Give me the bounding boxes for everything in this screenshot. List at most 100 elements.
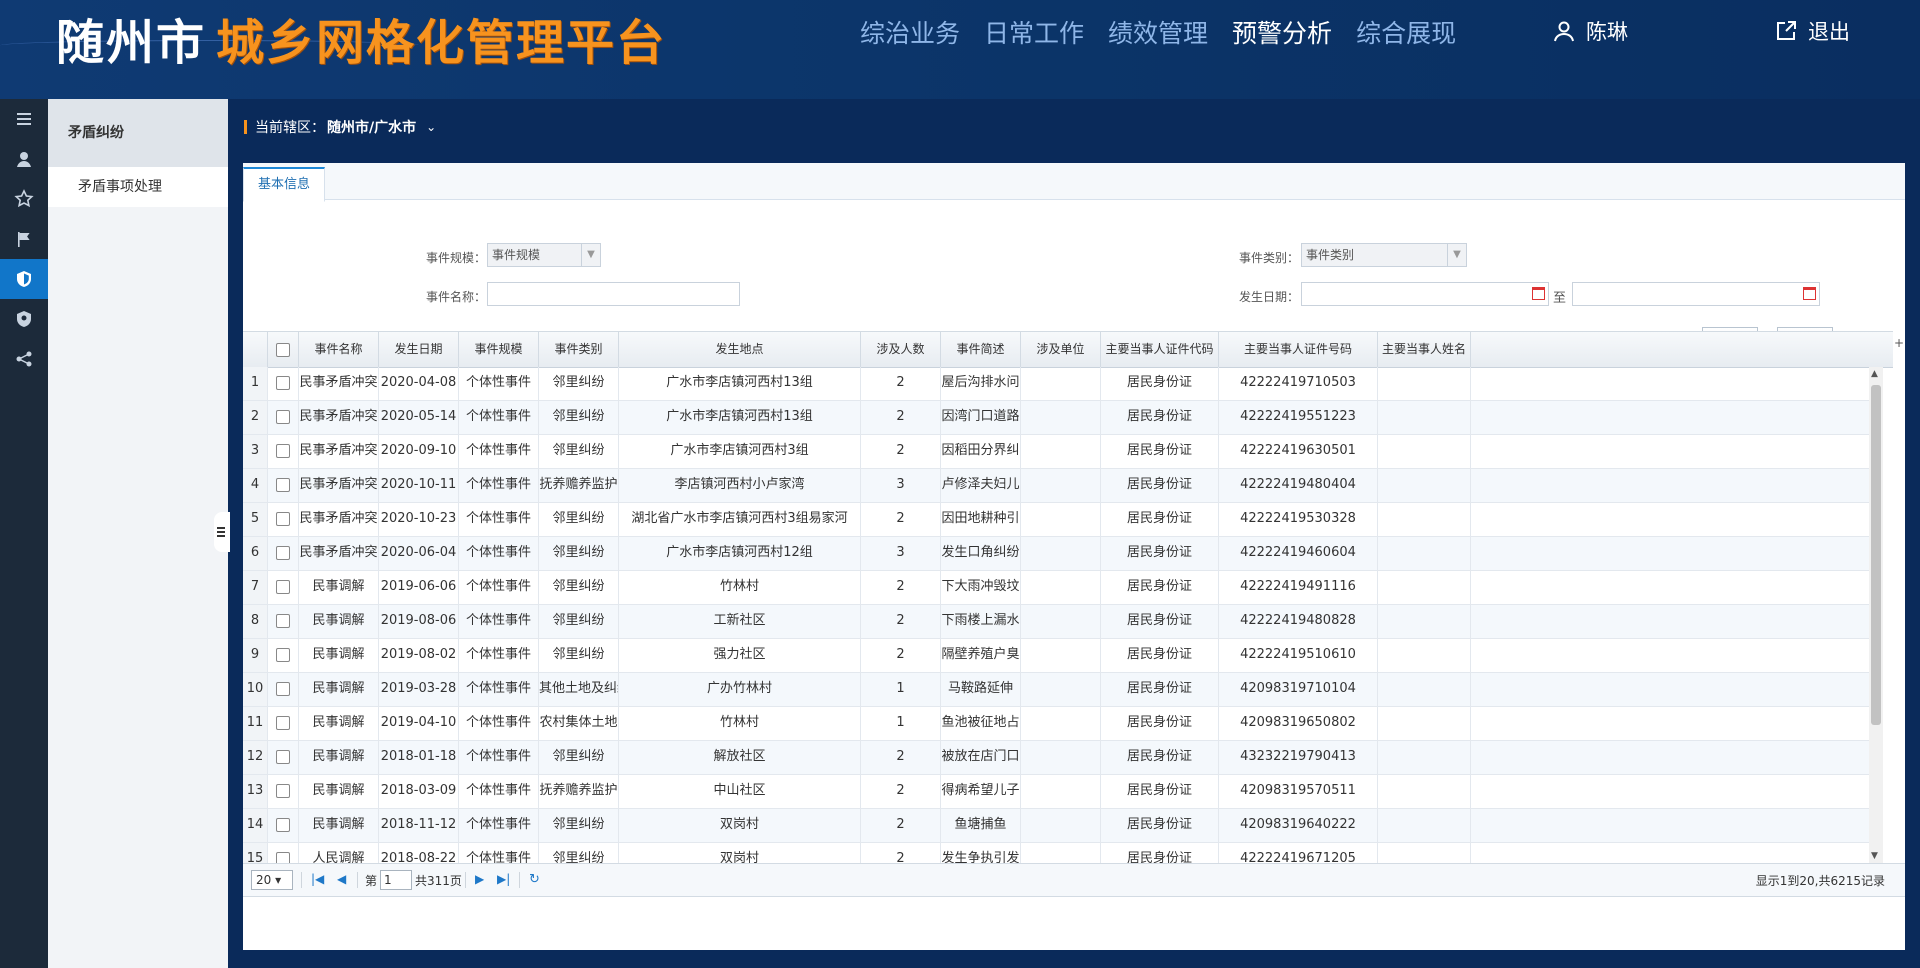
table-row[interactable]: 5 民事矛盾冲突 2020-10-23 个体性事件 邻里纠纷 湖北省广水市李店镇河西村3组… [243, 503, 1873, 537]
badge-icon[interactable] [0, 299, 48, 339]
table-row[interactable]: 4 民事矛盾冲突 2020-10-11 个体性事件 抚养赡养监护 李店镇河西村小卢家湾 3 卢… [243, 469, 1873, 503]
menu-icon[interactable] [0, 99, 48, 139]
sidebar-collapse-handle[interactable] [214, 512, 230, 552]
table-row[interactable]: 9 民事调解 2019-08-02 个体性事件 邻里纠纷 强力社区 2 隔壁养殖户臭 居民身份证… [243, 639, 1873, 673]
column-header[interactable]: 主要当事人证件代码 [1101, 332, 1219, 367]
scroll-down-icon[interactable]: ▼ [1871, 851, 1878, 861]
nav-item-overview[interactable]: 综合展现 [1356, 14, 1456, 50]
share-icon[interactable] [0, 339, 48, 379]
nav-item-warning-analysis[interactable]: 预警分析 [1232, 14, 1332, 50]
row-checkbox[interactable] [276, 783, 290, 798]
row-checkbox[interactable] [276, 715, 290, 730]
row-number: 8 [243, 605, 268, 638]
column-header[interactable]: 事件名称 [299, 332, 379, 367]
tab-basic-info[interactable]: 基本信息 [243, 167, 326, 202]
column-header[interactable]: 发生日期 [379, 332, 459, 367]
next-page-icon[interactable]: ▶ [475, 872, 484, 886]
row-checkbox[interactable] [276, 545, 290, 560]
prev-page-icon[interactable]: ◀ [337, 872, 346, 886]
person-icon[interactable] [0, 139, 48, 179]
scale-select[interactable]: 事件规模 ▼ [487, 243, 601, 267]
start-date-input[interactable] [1301, 282, 1549, 306]
table-row[interactable]: 15 人民调解 2018-08-22 个体性事件 邻里纠纷 双岗村 2 发生争执引发 居民身份证… [243, 843, 1873, 863]
row-checkbox[interactable] [276, 681, 290, 696]
flag-icon[interactable] [0, 219, 48, 259]
pagination-bar: 20 ▾ |◀ ◀ 第 1 共311页 ▶ ▶| ↻ 显示1到20,共6215记… [243, 863, 1905, 897]
row-checkbox[interactable] [276, 477, 290, 492]
table-row[interactable]: 7 民事调解 2019-06-06 个体性事件 邻里纠纷 竹林村 2 下大雨冲毁坟 居民身份证 4… [243, 571, 1873, 605]
nav-item-daily-work[interactable]: 日常工作 [984, 14, 1084, 50]
table-row[interactable]: 12 民事调解 2018-01-18 个体性事件 邻里纠纷 解放社区 2 被放在店门口 居民身份… [243, 741, 1873, 775]
table-row[interactable]: 3 民事矛盾冲突 2020-09-10 个体性事件 邻里纠纷 广水市李店镇河西村3组 2 因稻… [243, 435, 1873, 469]
logout-button[interactable]: 退出 [1774, 16, 1850, 46]
column-header[interactable]: 事件规模 [459, 332, 539, 367]
column-header[interactable]: 发生地点 [619, 332, 861, 367]
cell-event-name: 民事调解 [299, 605, 379, 638]
column-header[interactable]: 涉及人数 [861, 332, 941, 367]
row-checkbox[interactable] [276, 613, 290, 628]
row-checkbox[interactable] [276, 749, 290, 764]
vertical-scrollbar[interactable]: ▲ ▼ [1869, 367, 1883, 863]
cell-category: 邻里纠纷 [539, 605, 619, 638]
cell-date: 2020-10-23 [379, 503, 459, 536]
row-checkbox[interactable] [276, 851, 290, 863]
cell-id-type: 居民身份证 [1101, 537, 1219, 570]
table-row[interactable]: 10 民事调解2019-03-28个体性事件其他土地及纠纷广办竹林村1马鞍路延伸 居… [243, 673, 1873, 707]
user-menu[interactable]: 陈琳 [1552, 16, 1628, 46]
table-row[interactable]: 8 民事调解 2019-08-06 个体性事件 邻里纠纷 工新社区 2 下雨楼上漏水 居民身份证… [243, 605, 1873, 639]
table-row[interactable]: 13 民事调解 2018-03-09 个体性事件 抚养赡养监护 中山社区 2 得病希望儿子 居民… [243, 775, 1873, 809]
first-page-icon[interactable]: |◀ [311, 872, 324, 886]
top-header: 随州市 城乡网格化管理平台 综治业务 日常工作 绩效管理 预警分析 综合展现 陈… [0, 0, 1920, 99]
category-select[interactable]: 事件类别 ▼ [1301, 243, 1467, 267]
last-page-icon[interactable]: ▶| [497, 872, 510, 886]
cell-people-count: 3 [861, 469, 941, 502]
row-number-header [243, 332, 268, 367]
row-checkbox[interactable] [276, 511, 290, 526]
row-checkbox[interactable] [276, 443, 290, 458]
cell-event-name: 民事矛盾冲突 [299, 503, 379, 536]
cell-people-count: 1 [861, 707, 941, 740]
column-header[interactable]: 事件类别 [539, 332, 619, 367]
cell-unit [1021, 741, 1101, 774]
cell-unit [1021, 571, 1101, 604]
calendar-icon[interactable] [1803, 287, 1816, 300]
cell-scale: 个体性事件 [459, 741, 539, 774]
sidebar-item-dispute-handling[interactable]: 矛盾事项处理 [48, 167, 228, 207]
nav-item-performance[interactable]: 绩效管理 [1108, 14, 1208, 50]
column-header[interactable]: 事件简述 [941, 332, 1021, 367]
table-row[interactable]: 6 民事矛盾冲突 2020-06-04 个体性事件 邻里纠纷 广水市李店镇河西村12组 3 发… [243, 537, 1873, 571]
table-row[interactable]: 2 民事矛盾冲突 2020-05-14 个体性事件 邻里纠纷 广水市李店镇河西村13组 2 因… [243, 401, 1873, 435]
row-checkbox-cell [268, 707, 299, 740]
shield-icon[interactable] [0, 259, 48, 299]
cell-scale: 个体性事件 [459, 809, 539, 842]
date-range-to: 至 [1553, 291, 1567, 306]
panel-expand-icon[interactable]: + [1893, 336, 1905, 356]
cell-unit [1021, 367, 1101, 400]
row-checkbox[interactable] [276, 375, 290, 390]
event-name-input[interactable] [487, 282, 740, 306]
pager-divider [357, 872, 358, 888]
page-size-select[interactable]: 20 ▾ [251, 870, 293, 890]
cell-category: 邻里纠纷 [539, 809, 619, 842]
select-all-checkbox[interactable] [276, 342, 290, 357]
table-row[interactable]: 14 民事调解 2018-11-12 个体性事件 邻里纠纷 双岗村 2 鱼塘捕鱼 居民身份证 42… [243, 809, 1873, 843]
star-icon[interactable] [0, 179, 48, 219]
reload-icon[interactable]: ↻ [529, 872, 540, 887]
table-row[interactable]: 1 民事矛盾冲突 2020-04-08 个体性事件 邻里纠纷 广水市李店镇河西村13组 2 屋… [243, 367, 1873, 401]
row-checkbox[interactable] [276, 647, 290, 662]
jurisdiction-selector[interactable]: 当前辖区： 随州市/广水市 ⌄ [244, 112, 436, 142]
table-row[interactable]: 11 民事调解 2019-04-10 个体性事件 农村集体土地 竹林村 1 鱼池被征地占 居民身… [243, 707, 1873, 741]
column-header[interactable]: 主要当事人证件号码 [1219, 332, 1378, 367]
row-checkbox-cell [268, 843, 299, 863]
row-checkbox[interactable] [276, 579, 290, 594]
row-checkbox[interactable] [276, 409, 290, 424]
calendar-icon[interactable] [1532, 287, 1545, 300]
scrollbar-thumb[interactable] [1871, 385, 1881, 725]
scroll-up-icon[interactable]: ▲ [1871, 369, 1878, 379]
column-header[interactable]: 涉及单位 [1021, 332, 1101, 367]
end-date-input[interactable] [1572, 282, 1820, 306]
column-header[interactable]: 主要当事人姓名 [1378, 332, 1471, 367]
page-number-input[interactable]: 1 [380, 870, 412, 890]
row-checkbox[interactable] [276, 817, 290, 832]
nav-item-comprehensive[interactable]: 综治业务 [860, 14, 960, 50]
